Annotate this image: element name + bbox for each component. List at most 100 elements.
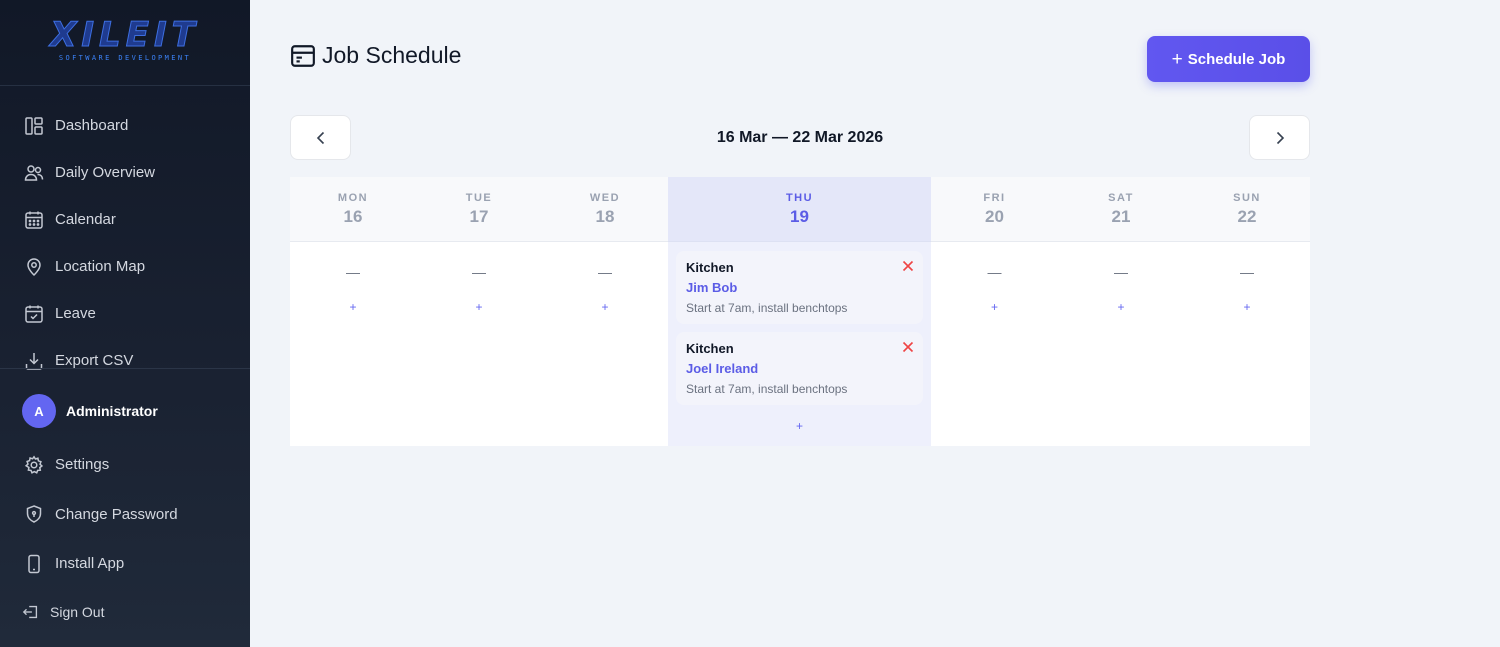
sidebar-item-label: Install App [55,555,125,573]
day-number: 18 [595,207,615,226]
sign-out-label: Sign Out [50,604,105,620]
job-assignee[interactable]: Jim Bob [686,280,913,295]
day-of-week: FRI [983,192,1006,204]
calendar-icon [25,211,43,229]
job-card[interactable]: Kitchen Jim Bob Start at 7am, install be… [676,251,923,324]
day-of-week: MON [337,192,369,204]
day-column-thu: THU 19 Kitchen Jim Bob Start at 7am, ins… [668,177,931,446]
sidebar-item-dashboard[interactable]: Dashboard [0,102,250,149]
sidebar-item-label: Calendar [55,211,116,228]
sidebar-item-calendar[interactable]: Calendar [0,196,250,243]
job-title: Kitchen [686,341,734,356]
sidebar-item-settings[interactable]: Settings [0,440,250,490]
day-header: SUN 22 [1184,177,1310,242]
users-icon [24,164,44,181]
sidebar-item-change-password[interactable]: Change Password [0,490,250,540]
add-job-button[interactable]: + [290,300,416,314]
week-calendar: MON 16 — + TUE 17 — + WED 18 — + THU 19 … [290,177,1310,446]
dashboard-icon [25,116,43,135]
add-job-button[interactable]: + [416,300,542,314]
day-number: 17 [469,207,489,226]
location-pin-icon [27,257,41,276]
delete-job-button[interactable] [901,259,915,273]
next-week-button[interactable] [1249,115,1310,160]
day-of-week: TUE [465,192,493,204]
shield-icon [26,505,42,524]
brand-name: XILEIT [50,14,200,55]
job-title: Kitchen [686,260,734,275]
brand-tagline: SOFTWARE DEVELOPMENT [58,53,192,62]
empty-day-marker: — [598,264,612,280]
day-column-wed: WED 18 — + [542,177,668,446]
sidebar-item-label: Daily Overview [55,164,156,181]
job-card[interactable]: Kitchen Joel Ireland Start at 7am, insta… [676,332,923,405]
page-title: Job Schedule [290,42,461,69]
avatar: A [22,394,56,428]
add-job-button[interactable]: + [931,300,1058,314]
schedule-job-button[interactable]: + Schedule Job [1147,36,1310,82]
close-icon [902,260,914,272]
sidebar-item-install-app[interactable]: Install App [0,539,250,589]
day-of-week: WED [589,192,621,204]
day-header: MON 16 [290,177,416,242]
sidebar-item-leave[interactable]: Leave [0,290,250,337]
empty-day-marker: — [987,264,1002,280]
main-content: Job Schedule + Schedule Job 16 Mar — 22 … [250,0,1500,647]
sidebar-nav: Dashboard Daily Overview Calendar Locati… [0,102,250,384]
sidebar-bottom-nav: Settings Change Password Install App [0,440,250,589]
calendar-check-icon [25,305,43,323]
close-icon [902,341,914,353]
day-number: 21 [1111,207,1131,226]
day-of-week: SUN [1233,192,1261,204]
day-header: FRI 20 [931,177,1058,242]
plus-icon: + [1171,48,1183,70]
sidebar: XILEIT SOFTWARE DEVELOPMENT Dashboard Da… [0,0,250,647]
day-number: 16 [343,207,363,226]
add-job-button[interactable]: + [1184,300,1310,314]
phone-icon [28,554,40,573]
add-job-button[interactable]: + [1058,300,1184,314]
day-header: SAT 21 [1058,177,1184,242]
job-note: Start at 7am, install benchtops [686,382,848,396]
sidebar-item-label: Leave [55,305,96,322]
sidebar-item-label: Dashboard [55,117,129,134]
brand-logo[interactable]: XILEIT SOFTWARE DEVELOPMENT [0,0,250,86]
empty-day-marker: — [1240,264,1254,280]
empty-day-marker: — [1114,264,1128,280]
sidebar-item-daily-overview[interactable]: Daily Overview [0,149,250,196]
day-column-sun: SUN 22 — + [1184,177,1310,446]
page-title-text: Job Schedule [322,42,462,68]
sign-out-icon [22,605,38,619]
schedule-job-label: Schedule Job [1187,50,1286,68]
job-assignee[interactable]: Joel Ireland [686,361,913,376]
add-job-button[interactable]: + [668,419,931,433]
day-header: WED 18 [542,177,668,242]
day-column-fri: FRI 20 — + [931,177,1058,446]
sidebar-item-label: Location Map [55,258,146,275]
sidebar-item-location-map[interactable]: Location Map [0,243,250,290]
day-column-sat: SAT 21 — + [1058,177,1184,446]
day-header: THU 19 [668,177,931,242]
day-column-tue: TUE 17 — + [416,177,542,446]
job-note: Start at 7am, install benchtops [686,301,848,315]
day-number: 22 [1237,207,1257,226]
day-of-week: THU [785,192,814,204]
day-of-week: SAT [1108,192,1134,204]
add-job-button[interactable]: + [542,300,668,314]
sidebar-item-label: Change Password [55,505,178,523]
sidebar-item-label: Export CSV [55,352,134,369]
sidebar-item-label: Settings [55,456,110,474]
day-column-mon: MON 16 — + [290,177,416,446]
day-number: 19 [790,207,809,226]
week-range: 16 Mar — 22 Mar 2026 [716,129,884,146]
day-number: 20 [985,207,1004,226]
empty-day-marker: — [346,264,360,280]
calendar-card-icon [291,44,315,67]
chevron-right-icon [1276,131,1284,144]
user-name: Administrator [66,403,158,419]
sign-out-button[interactable]: Sign Out [0,596,250,628]
empty-day-marker: — [472,264,486,280]
day-header: TUE 17 [416,177,542,242]
gear-icon [24,455,44,474]
delete-job-button[interactable] [901,340,915,354]
